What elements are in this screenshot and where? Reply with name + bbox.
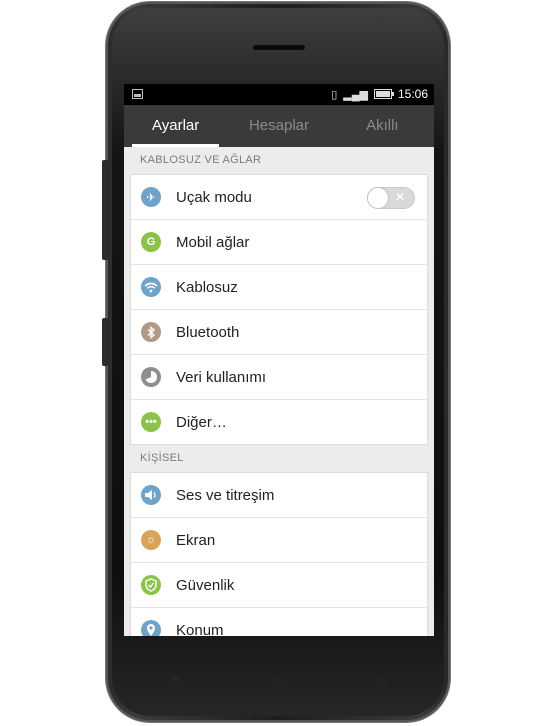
more-icon: ••• xyxy=(141,412,161,432)
settings-item-location[interactable]: Konum xyxy=(131,608,427,636)
volume-button xyxy=(102,160,108,260)
wifi-icon xyxy=(141,277,161,297)
personal-card: Ses ve titreşim ☼ Ekran Güvenlik Konum xyxy=(130,472,428,636)
settings-item-label: Veri kullanımı xyxy=(176,368,267,386)
nav-bar: ≡ ⌂ < xyxy=(124,656,434,702)
settings-item-label: Diğer… xyxy=(176,413,227,431)
earpiece-speaker xyxy=(253,45,305,50)
settings-item-label: Güvenlik xyxy=(176,576,235,594)
status-bar: ▯ ▂▄▆ 15:06 xyxy=(124,84,434,105)
settings-item-label: Mobil ağlar xyxy=(176,233,250,251)
toggle-knob xyxy=(367,187,389,209)
tab-bar: Ayarlar Hesaplar Akıllı xyxy=(124,105,434,147)
section-header-wireless: KABLOSUZ VE AĞLAR xyxy=(140,154,262,166)
settings-item-data-usage[interactable]: Veri kullanımı xyxy=(131,355,427,400)
settings-item-mobile-networks[interactable]: G Mobil ağlar xyxy=(131,220,427,265)
vibrate-icon: ▯ xyxy=(331,88,338,101)
section-header-personal: KİŞİSEL xyxy=(140,452,184,464)
sound-icon xyxy=(141,485,161,505)
tab-akilli[interactable]: Akıllı xyxy=(331,105,434,147)
display-icon: ☼ xyxy=(141,530,161,550)
airplane-icon: ✈ xyxy=(141,187,161,207)
settings-item-more[interactable]: ••• Diğer… xyxy=(131,400,427,444)
settings-item-wifi[interactable]: Kablosuz xyxy=(131,265,427,310)
settings-item-bluetooth[interactable]: Bluetooth xyxy=(131,310,427,355)
mobile-network-icon: G xyxy=(141,232,161,252)
settings-item-label: Ekran xyxy=(176,531,216,549)
settings-item-airplane-mode[interactable]: ✈ Uçak modu ✕ xyxy=(131,175,427,220)
battery-icon xyxy=(373,89,394,99)
tab-ayarlar[interactable]: Ayarlar xyxy=(124,105,227,147)
settings-item-label: Konum xyxy=(176,621,224,637)
wireless-card: ✈ Uçak modu ✕ G Mobil ağlar Kablosuz Blu… xyxy=(130,174,428,445)
settings-item-security[interactable]: Güvenlik xyxy=(131,563,427,608)
gallery-notification-icon xyxy=(132,89,143,99)
settings-item-label: Uçak modu xyxy=(176,188,252,206)
shield-icon xyxy=(141,575,161,595)
home-icon[interactable]: ⌂ xyxy=(259,671,299,688)
settings-item-sound[interactable]: Ses ve titreşim xyxy=(131,473,427,518)
tab-hesaplar[interactable]: Hesaplar xyxy=(227,105,330,147)
airplane-mode-toggle[interactable]: ✕ xyxy=(367,187,415,209)
settings-item-label: Ses ve titreşim xyxy=(176,486,275,504)
menu-icon[interactable]: ≡ xyxy=(156,671,196,688)
settings-item-label: Bluetooth xyxy=(176,323,240,341)
signal-icon: ▂▄▆ xyxy=(343,88,368,101)
bluetooth-icon xyxy=(141,322,161,342)
settings-item-label: Kablosuz xyxy=(176,278,238,296)
status-time: 15:06 xyxy=(397,87,428,101)
location-icon xyxy=(141,620,161,636)
back-icon[interactable]: < xyxy=(362,671,402,688)
screen: ▯ ▂▄▆ 15:06 Ayarlar Hesaplar Akıllı KABL… xyxy=(124,84,434,636)
settings-item-display[interactable]: ☼ Ekran xyxy=(131,518,427,563)
data-usage-icon xyxy=(141,367,161,387)
power-button xyxy=(102,318,108,366)
close-icon: ✕ xyxy=(394,190,405,204)
